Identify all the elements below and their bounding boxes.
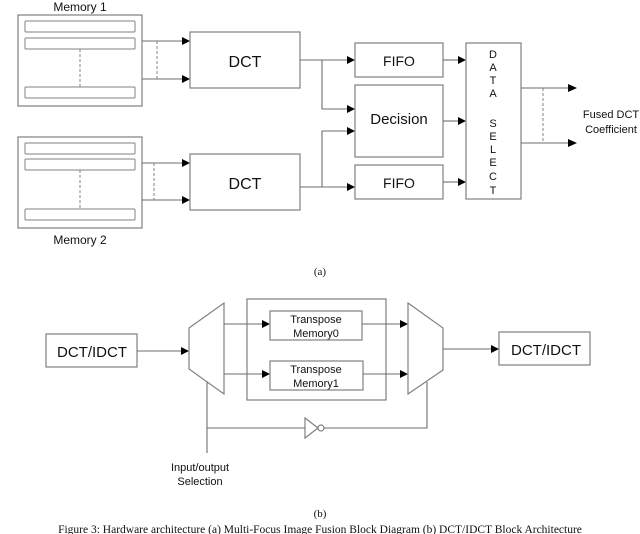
demultiplexer [188, 301, 225, 396]
fifo-top-label: FIFO [383, 53, 415, 69]
data-select-letter: E [489, 131, 496, 143]
memory2-row [24, 208, 136, 221]
multiplexer [407, 301, 444, 396]
selection-label-line1: Input/output [171, 462, 229, 474]
dct-top-fanout [300, 56, 355, 113]
memory1-row [24, 37, 136, 50]
wire [321, 130, 347, 187]
figure-a-sublabel: (a) [314, 266, 327, 278]
transpose-memory1-line1: Transpose [290, 364, 342, 376]
arrow-head [182, 159, 190, 167]
output-label-line2: Coefficient [585, 124, 637, 136]
arrow-head [400, 370, 408, 378]
arrow-head [182, 196, 190, 204]
arrow-head [458, 117, 466, 125]
output-label-line1: Fused DCT [583, 109, 640, 121]
data-select-letter: A [489, 62, 497, 74]
figure-b: DCT/IDCT Transpose Memory0 Transpose Mem… [45, 298, 591, 520]
memory1-row [24, 86, 136, 99]
data-select-inputs [443, 56, 466, 186]
memory2-to-dct-bus [142, 159, 190, 204]
data-select-letter: C [489, 171, 497, 183]
arrow-head [347, 105, 355, 113]
arrow-head [458, 56, 466, 64]
memory2-block [17, 136, 143, 229]
dct-bottom-fanout [300, 127, 355, 191]
data-select-letter: T [490, 185, 497, 197]
transpose-memory0-line1: Transpose [290, 314, 342, 326]
inverter-icon [304, 416, 319, 440]
inverter-bubble [317, 424, 325, 432]
memory1-block [17, 14, 143, 107]
fifo-bottom-label: FIFO [383, 175, 415, 191]
wire [321, 60, 347, 110]
transpose-memory0-line2: Memory0 [293, 328, 339, 340]
decision-label: Decision [370, 111, 428, 128]
memory1-label: Memory 1 [53, 0, 107, 14]
data-select-label: D A T A S E L E C T [489, 49, 497, 197]
arrow-head [458, 178, 466, 186]
data-select-letter: D [489, 49, 497, 61]
memory2-label: Memory 2 [53, 233, 107, 247]
arrow-head [400, 320, 408, 328]
selection-label-line2: Selection [177, 476, 222, 488]
data-select-letter: L [490, 144, 496, 156]
data-select-letter: E [489, 157, 496, 169]
dct-idct-output-label: DCT/IDCT [511, 342, 581, 359]
transpose-memory1-line2: Memory1 [293, 378, 339, 390]
memory2-row [24, 158, 136, 171]
dct-bottom-label: DCT [229, 176, 262, 193]
fused-output-bus [521, 84, 577, 147]
memory1-row [24, 20, 136, 33]
data-select-letter: T [490, 75, 497, 87]
memory1-to-dct-bus [142, 37, 190, 83]
data-select-letter: A [489, 88, 497, 100]
arrow-head [568, 84, 577, 92]
arrow-head [347, 183, 355, 191]
arrow-head [347, 127, 355, 135]
figure-b-sublabel: (b) [314, 508, 327, 520]
figure-a: Memory 1 DCT Memory 2 DCT FIFO Decision … [17, 0, 640, 278]
dct-idct-input-label: DCT/IDCT [57, 344, 127, 361]
arrow-head [491, 345, 499, 353]
arrow-head [568, 139, 577, 147]
memory2-row [24, 142, 136, 155]
data-select-letter: S [489, 118, 496, 130]
figure-canvas: Memory 1 DCT Memory 2 DCT FIFO Decision … [17, 0, 640, 534]
arrow-head [181, 347, 189, 355]
dct-top-label: DCT [229, 54, 262, 71]
arrow-head [182, 37, 190, 45]
figure-caption: Figure 3: Hardware architecture (a) Mult… [58, 524, 582, 534]
arrow-head [347, 56, 355, 64]
arrow-head [182, 75, 190, 83]
